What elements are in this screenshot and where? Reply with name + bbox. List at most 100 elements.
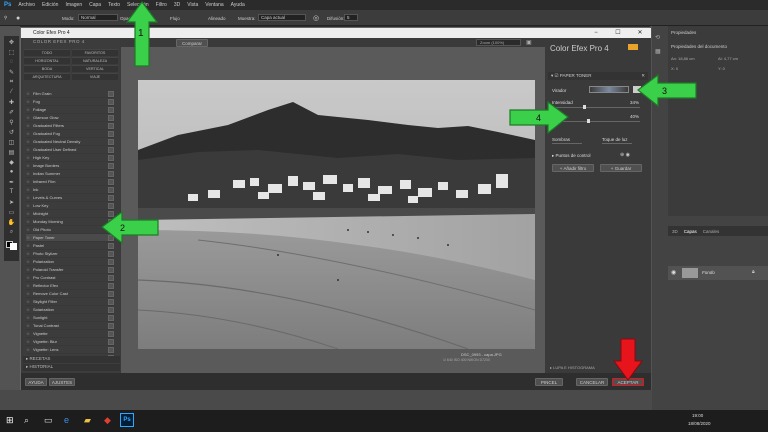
menu-3d[interactable]: 3D	[174, 2, 180, 8]
star-icon[interactable]: ☆	[26, 251, 33, 257]
filter-preview-toggle[interactable]	[108, 123, 114, 129]
gradient-icon[interactable]: ▤	[6, 148, 17, 156]
filter-item[interactable]: ☆ Tonal Contrast	[26, 322, 114, 330]
star-icon[interactable]: ☆	[26, 331, 33, 337]
pen-icon[interactable]: ✒	[6, 178, 17, 186]
properties-tab[interactable]: Propiedades	[671, 30, 696, 35]
puntos-control-row[interactable]: ▸ Puntos de control	[552, 153, 591, 159]
menu-edicion[interactable]: Edición	[42, 2, 58, 8]
filter-item[interactable]: ☆ Ink	[26, 186, 114, 194]
filter-preview-toggle[interactable]	[108, 259, 114, 265]
menu-archivo[interactable]: Archivo	[18, 2, 35, 8]
filter-preview-toggle[interactable]	[108, 283, 114, 289]
guardar-button[interactable]: + Guardar	[600, 164, 642, 172]
layer-row[interactable]: ◉ Fondo 🔒︎	[668, 266, 768, 280]
filter-item[interactable]: ☆ Graduated Neutral Density	[26, 138, 114, 146]
windows-start-icon[interactable]: ⊞	[6, 415, 14, 426]
star-icon[interactable]: ☆	[26, 267, 33, 273]
modo-select[interactable]: Normal	[78, 14, 118, 21]
filter-item[interactable]: ☆ Reflector Efex	[26, 282, 114, 290]
tab-naturaleza[interactable]: NATURALEZA	[72, 57, 118, 64]
intensidad-thumb[interactable]	[583, 105, 586, 109]
star-icon[interactable]: ☆	[26, 155, 33, 161]
blur-icon[interactable]: ◆	[6, 158, 17, 166]
edge-icon[interactable]: e	[64, 415, 69, 425]
fullscreen-icon[interactable]: ▣	[526, 39, 532, 46]
filter-item[interactable]: ☆ Polarization	[26, 258, 114, 266]
browser-icon[interactable]: ◆	[104, 415, 111, 426]
filter-item[interactable]: ☆ Remove Color Cast	[26, 290, 114, 298]
star-icon[interactable]: ☆	[26, 99, 33, 105]
filter-item[interactable]: ☆ Low Key	[26, 202, 114, 210]
filter-preview-toggle[interactable]	[108, 155, 114, 161]
filter-item[interactable]: ☆ Vignette: Lens	[26, 346, 114, 354]
filter-item[interactable]: ☆ Glamour Glow	[26, 114, 114, 122]
pincel-button[interactable]: PINCEL	[535, 378, 563, 386]
tab-3d[interactable]: 3D	[672, 229, 678, 234]
filter-item[interactable]: ☆ Graduated Fog	[26, 130, 114, 138]
star-icon[interactable]: ☆	[26, 107, 33, 113]
star-icon[interactable]: ☆	[26, 283, 33, 289]
filter-preview-toggle[interactable]	[108, 347, 114, 353]
star-icon[interactable]: ☆	[26, 123, 33, 129]
filter-preview-toggle[interactable]	[108, 163, 114, 169]
filter-item[interactable]: ☆ Film Grain	[26, 90, 114, 98]
tab-arquitectura[interactable]: ARQUITECTURA	[24, 73, 70, 80]
filter-item[interactable]: ☆ Vignette	[26, 330, 114, 338]
recetas-section[interactable]: ▸ RECETAS	[23, 356, 120, 363]
star-icon[interactable]: ☆	[26, 227, 33, 233]
filter-preview-toggle[interactable]	[108, 107, 114, 113]
sombras-slider[interactable]	[552, 143, 582, 144]
path-select-icon[interactable]: ➤	[6, 198, 17, 206]
star-icon[interactable]: ☆	[26, 187, 33, 193]
filter-item[interactable]: ☆ Photo Stylizer	[26, 250, 114, 258]
star-icon[interactable]: ☆	[26, 219, 33, 225]
filter-item[interactable]: ☆ Sunlight	[26, 314, 114, 322]
muestra-select[interactable]: Capa actual	[258, 14, 306, 21]
control-point-buttons[interactable]: ⊕ ◉	[620, 152, 630, 158]
star-icon[interactable]: ☆	[26, 195, 33, 201]
historial-section[interactable]: ▸ HISTORIAL	[23, 364, 120, 371]
filter-item[interactable]: ☆ Solarization	[26, 306, 114, 314]
lupa-section[interactable]: ▸ LUPA E HISTOGRAMA	[550, 365, 595, 370]
marquee-tool-icon[interactable]: ⬚	[6, 48, 17, 56]
star-icon[interactable]: ☆	[26, 235, 33, 241]
hand-tool-icon[interactable]: ✋	[6, 218, 17, 226]
filter-preview-toggle[interactable]	[108, 147, 114, 153]
task-view-icon[interactable]: ▭	[44, 415, 53, 426]
tab-viaje[interactable]: VIAJE	[72, 73, 118, 80]
ajustes-button[interactable]: AJUSTES	[49, 378, 75, 386]
filter-preview-toggle[interactable]	[108, 251, 114, 257]
star-icon[interactable]: ☆	[26, 211, 33, 217]
brush-preset-icon[interactable]: ●	[16, 14, 20, 22]
filter-item[interactable]: ☆ Pro Contrast	[26, 274, 114, 282]
star-icon[interactable]: ☆	[26, 131, 33, 137]
virador-swatch[interactable]	[589, 86, 629, 93]
star-icon[interactable]: ☆	[26, 179, 33, 185]
star-icon[interactable]: ☆	[26, 171, 33, 177]
filter-preview-toggle[interactable]	[108, 323, 114, 329]
star-icon[interactable]: ☆	[26, 299, 33, 305]
menu-ventana[interactable]: Ventana	[205, 2, 223, 8]
filter-preview-toggle[interactable]	[108, 267, 114, 273]
filter-preview-toggle[interactable]	[108, 91, 114, 97]
ayuda-button[interactable]: AYUDA	[25, 378, 47, 386]
shape-icon[interactable]: ▭	[6, 208, 17, 216]
tab-capas[interactable]: Capas	[684, 229, 697, 234]
alineado-label[interactable]: Alineado	[208, 14, 226, 22]
filter-preview-toggle[interactable]	[108, 275, 114, 281]
filter-preview-toggle[interactable]	[108, 203, 114, 209]
star-icon[interactable]: ☆	[26, 259, 33, 265]
star-icon[interactable]: ☆	[26, 91, 33, 97]
anadir-filtro-button[interactable]: + Añadir filtro	[552, 164, 594, 172]
filter-item[interactable]: ☆ Graduated Filters	[26, 122, 114, 130]
photoshop-taskbar-icon[interactable]: Ps	[120, 413, 134, 427]
eye-icon[interactable]: ◉	[671, 269, 676, 276]
star-icon[interactable]: ☆	[26, 139, 33, 145]
filter-preview-toggle[interactable]	[108, 307, 114, 313]
filter-preview-toggle[interactable]	[108, 131, 114, 137]
eraser-icon[interactable]: ◫	[6, 138, 17, 146]
filter-preview-toggle[interactable]	[108, 179, 114, 185]
star-icon[interactable]: ☆	[26, 275, 33, 281]
explorer-icon[interactable]: ▰	[84, 415, 91, 426]
